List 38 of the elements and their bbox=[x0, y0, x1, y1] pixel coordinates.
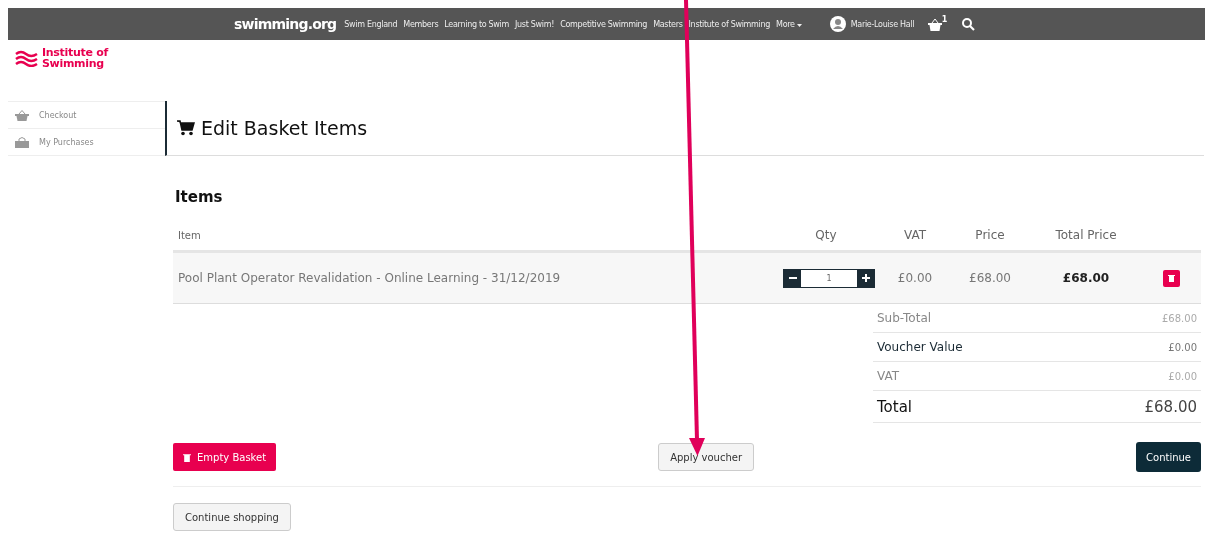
page-title: Edit Basket Items bbox=[201, 117, 368, 139]
basket-count: 1 bbox=[941, 14, 948, 24]
continue-shopping-button[interactable]: Continue shopping bbox=[173, 503, 291, 531]
column-header: VAT bbox=[902, 228, 928, 242]
continue-button[interactable]: Continue bbox=[1136, 442, 1201, 472]
sidebar-item[interactable]: My Purchases bbox=[39, 137, 94, 147]
apply-voucher-button[interactable]: Apply voucher bbox=[658, 443, 755, 471]
summary-label: Voucher Value bbox=[877, 340, 963, 354]
nav-link[interactable]: Swim England bbox=[344, 19, 398, 29]
summary-value: £0.00 bbox=[1168, 341, 1197, 353]
sidebar-item[interactable]: Checkout bbox=[39, 110, 77, 120]
summary-label: VAT bbox=[877, 369, 900, 383]
nav-link[interactable]: Competitive Swimming bbox=[560, 19, 648, 29]
nav-link[interactable]: Masters bbox=[653, 19, 683, 29]
summary-label: Sub-Total bbox=[877, 311, 932, 325]
column-header: Price bbox=[974, 228, 1006, 242]
column-header: Qty bbox=[814, 228, 838, 242]
section-title: Items bbox=[175, 188, 224, 206]
logo-text[interactable]: Institute of bbox=[42, 47, 108, 58]
column-header: Item bbox=[177, 229, 202, 241]
nav-link[interactable]: Members bbox=[403, 19, 439, 29]
vat-cell: £0.00 bbox=[897, 271, 933, 285]
nav-link[interactable]: Learning to Swim bbox=[444, 19, 510, 29]
item-name: Pool Plant Operator Revalidation - Online Learning - 31/12/2019 bbox=[177, 271, 561, 285]
user-name[interactable]: Marie-Louise Hall bbox=[850, 19, 915, 29]
logo-text[interactable]: Swimming bbox=[42, 58, 108, 69]
price-cell: £68.00 bbox=[969, 271, 1011, 285]
total-price-cell: £68.00 bbox=[1062, 271, 1110, 285]
summary-label: Total bbox=[877, 397, 913, 416]
nav-menu-link[interactable]: More bbox=[776, 19, 802, 29]
empty-basket-button[interactable]: Empty Basket bbox=[173, 443, 277, 471]
summary-value: £0.00 bbox=[1168, 370, 1197, 382]
site-brand[interactable]: swimming.org bbox=[234, 16, 337, 32]
summary-value: £68.00 bbox=[1144, 397, 1197, 416]
summary-value: £68.00 bbox=[1162, 312, 1197, 324]
nav-link[interactable]: Institute of Swimming bbox=[688, 19, 771, 29]
nav-link[interactable]: Just Swim! bbox=[515, 19, 555, 29]
column-header: Total Price bbox=[1054, 228, 1118, 242]
